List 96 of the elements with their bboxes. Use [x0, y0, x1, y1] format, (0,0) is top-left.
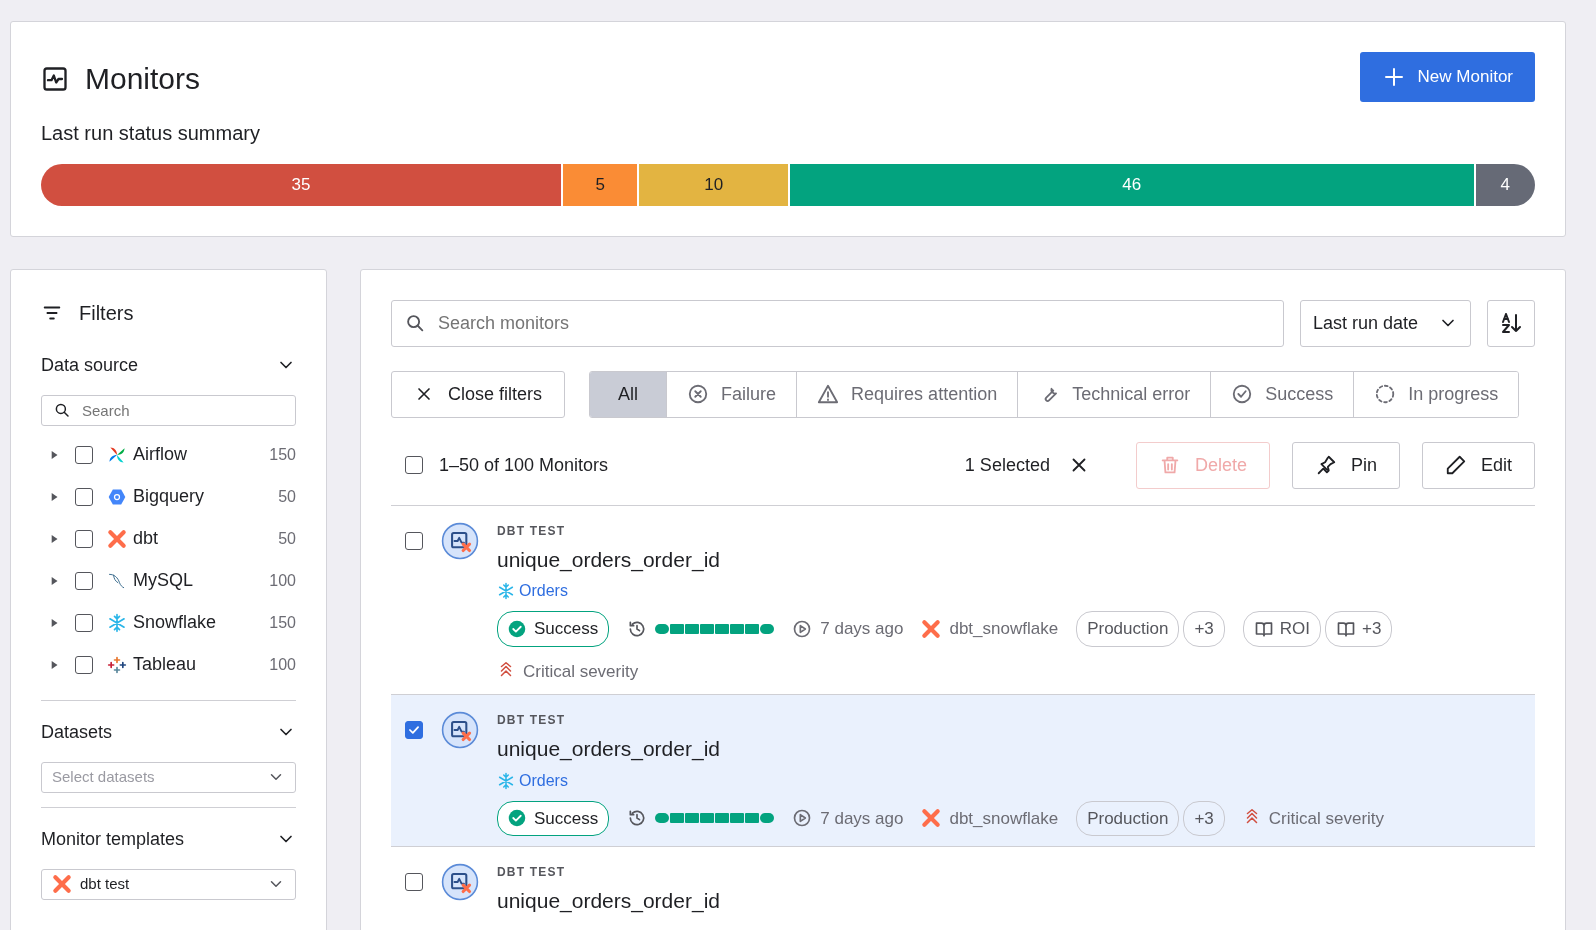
monitor-name[interactable]: unique_orders_order_id — [497, 543, 1521, 575]
test-monitor-icon — [441, 521, 479, 560]
checkbox[interactable] — [405, 721, 423, 739]
glossary-chip[interactable]: +3 — [1325, 611, 1393, 647]
play-icon — [792, 808, 813, 829]
sort-icon — [1499, 311, 1523, 335]
warning-icon — [817, 383, 840, 405]
status-segment: 10 — [639, 163, 790, 206]
section-title: Data source — [41, 353, 139, 377]
check-circle-icon — [508, 809, 526, 828]
checkbox[interactable] — [75, 487, 93, 506]
checkbox[interactable] — [75, 445, 93, 464]
status-segment: 4 — [1475, 163, 1535, 206]
monitor-name[interactable]: unique_orders_order_id — [497, 885, 1521, 917]
check-icon — [407, 723, 421, 737]
checkbox[interactable] — [75, 571, 93, 590]
status-badge: Success — [497, 800, 610, 836]
tag-chip[interactable]: +3 — [1183, 800, 1225, 836]
search-icon — [404, 312, 426, 334]
source-count: 50 — [278, 528, 296, 549]
last-run-time: 7 days ago — [820, 807, 904, 830]
select-placeholder: Select datasets — [52, 766, 155, 787]
status-segment: 46 — [790, 163, 1476, 206]
last-run-time: 7 days ago — [820, 618, 904, 640]
templates-select[interactable]: dbt test — [41, 868, 296, 900]
selected-count: 1 Selected — [964, 453, 1050, 477]
tag-chip[interactable]: +3 — [1183, 611, 1225, 647]
severity-label: Critical severity — [523, 660, 639, 683]
sort-dropdown[interactable]: Last run date — [1299, 299, 1471, 347]
search-icon — [53, 401, 71, 419]
checkbox[interactable] — [405, 531, 423, 550]
result-count: 1–50 of 100 Monitors — [439, 453, 610, 477]
pin-button[interactable]: Pin — [1291, 441, 1400, 489]
source-count: 150 — [269, 444, 296, 465]
edit-button[interactable]: Edit — [1421, 441, 1535, 489]
dataset-link[interactable]: Orders — [519, 579, 568, 603]
monitor-type: DBT TEST — [497, 864, 567, 881]
search-field[interactable]: Search monitors — [391, 299, 1284, 347]
monitor-row[interactable]: DBT TEST unique_orders_order_id Orders Success 7 days ago dbt_snowflake Production +3 Critical severity — [391, 695, 1535, 847]
status-segment: 5 — [563, 163, 640, 206]
source-name: Tableau — [133, 653, 198, 676]
filters-title: Filters — [79, 300, 134, 326]
monitor-name[interactable]: unique_orders_order_id — [497, 733, 1521, 765]
monitor-icon — [41, 64, 69, 93]
checkbox[interactable] — [75, 655, 93, 674]
dashed-circle-icon — [1374, 383, 1397, 405]
sort-direction-button[interactable] — [1487, 299, 1535, 347]
test-monitor-icon — [441, 711, 479, 749]
cross-icon — [921, 618, 942, 639]
sparkle-icon — [107, 654, 127, 675]
dataset-link[interactable]: Orders — [519, 768, 568, 793]
checkbox[interactable] — [405, 456, 423, 474]
snowflake-icon — [107, 612, 127, 633]
close-filters-button[interactable]: Close filters — [391, 370, 566, 418]
glossary-chip[interactable]: ROI — [1242, 611, 1322, 647]
page-title: Monitors — [85, 61, 201, 97]
checkbox[interactable] — [75, 529, 93, 548]
source-name: MySQL — [133, 569, 194, 592]
x-circle-icon — [687, 383, 710, 405]
source-count: 100 — [269, 654, 296, 675]
section-title: Monitor templates — [41, 827, 185, 851]
monitor-row[interactable]: DBT TEST unique_orders_order_id — [391, 847, 1535, 927]
source-name: Airflow — [133, 443, 188, 466]
cross-icon — [107, 528, 127, 549]
status-badge: Success — [497, 611, 610, 647]
snowflake-icon — [497, 582, 515, 600]
pencil-icon — [1444, 454, 1467, 476]
source-count: 100 — [269, 570, 296, 591]
tag-chip[interactable]: Production — [1076, 800, 1180, 836]
section-title: Datasets — [41, 720, 113, 744]
checkbox[interactable] — [75, 613, 93, 632]
play-icon — [792, 618, 813, 639]
test-monitor-icon — [441, 863, 479, 901]
checkbox[interactable] — [405, 873, 423, 891]
check-circle-icon — [508, 619, 526, 638]
status-segment: 35 — [41, 163, 564, 206]
source-name: Bigquery — [133, 485, 206, 508]
select-value: dbt test — [80, 873, 130, 894]
source-count: 50 — [278, 486, 296, 507]
check-circle-icon — [1231, 383, 1254, 405]
tag-chip[interactable]: Production — [1076, 611, 1180, 647]
source-name: Snowflake — [133, 611, 218, 634]
snowflake-icon — [497, 771, 515, 790]
cross-icon — [921, 808, 942, 829]
search-field[interactable]: Search — [41, 394, 296, 426]
summary-label: Last run status summary — [41, 120, 261, 146]
status-tab[interactable]: All — [590, 371, 668, 417]
severity-label: Critical severity — [1268, 807, 1385, 830]
source-count: 150 — [269, 612, 296, 633]
cross-icon — [52, 874, 72, 894]
monitor-type: DBT TEST — [497, 522, 567, 540]
monitor-type: DBT TEST — [497, 712, 567, 729]
source-name: dbt_snowflake — [949, 618, 1059, 640]
source-name: dbt — [133, 527, 160, 550]
new-monitor-button[interactable]: New Monitor — [1359, 52, 1535, 102]
source-name: dbt_snowflake — [949, 807, 1059, 830]
